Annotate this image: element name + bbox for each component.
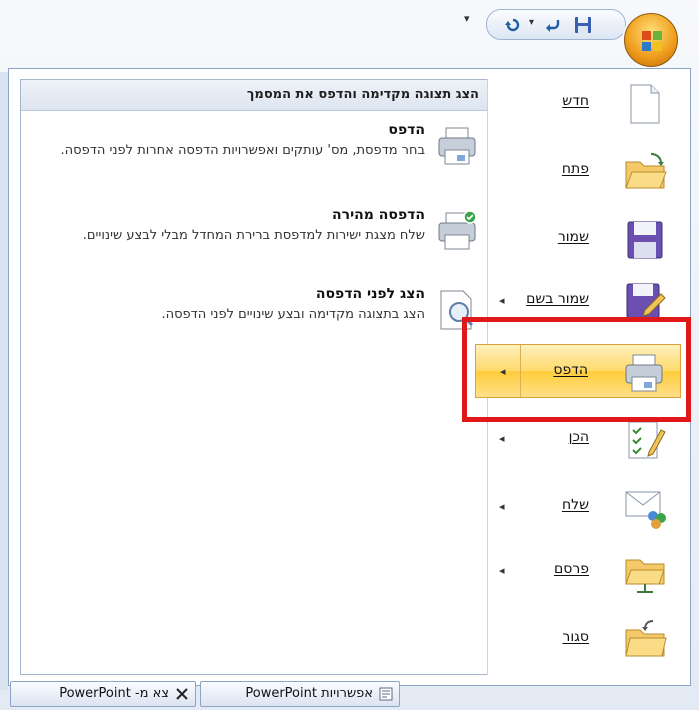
option-title: הדפס [388,122,425,138]
powerpoint-window: ▾ ▾ הצג תצוגה מקדימה והדפס את המסמך הדפס… [0,0,699,710]
office-button[interactable] [624,13,678,67]
menu-item-label: שלח [561,497,589,513]
options-icon [379,687,393,701]
submenu-title: הצג תצוגה מקדימה והדפס את המסמך [246,87,479,102]
menu-item-close[interactable]: סגור [475,612,681,666]
submenu-option-print-preview[interactable]: הצג לפני הדפסה הצג בתצוגה מקדימה ובצע שי… [21,286,487,350]
submenu-arrow-icon: ◂ [499,564,505,577]
menu-item-new[interactable]: חדש [475,76,681,130]
submenu-option-quick-print[interactable]: הדפסה מהירה שלח מצגת ישירות למדפסת ברירת… [21,207,487,271]
submenu-arrow-icon: ◂ [499,432,505,445]
menu-item-label: פתח [561,161,589,177]
save-icon[interactable] [573,15,593,35]
redo-icon[interactable] [503,15,523,35]
submenu-header: הצג תצוגה מקדימה והדפס את המסמך [21,80,487,111]
window-edge [0,72,8,690]
send-icon [625,491,666,529]
option-title: הדפסה מהירה [332,207,425,223]
option-description: בחר מדפסת, מס' עותקים ואפשרויות הדפסה אח… [60,143,425,158]
qat-customize-dropdown[interactable]: ▾ [464,12,482,32]
office-logo-icon [642,31,662,51]
menu-item-label: חדש [562,93,589,109]
new-document-icon [630,84,660,124]
option-description: הצג בתצוגה מקדימה ובצע שינויים לפני הדפס… [161,307,425,322]
save-disk-icon [627,221,663,259]
highlight-annotation [462,317,691,422]
menu-item-publish[interactable]: פרסם ◂ [475,544,681,598]
menu-item-label: פרסם [553,561,589,577]
menu-item-label: הכן [568,429,589,445]
printer-icon [438,127,476,165]
undo-dropdown-arrow[interactable]: ▾ [529,17,534,28]
close-icon [176,688,188,700]
undo-icon[interactable] [543,15,563,35]
menu-item-open[interactable]: פתח [475,144,681,198]
submenu-arrow-icon: ◂ [499,294,505,307]
quick-access-toolbar: ▾ [486,9,626,40]
menu-item-save[interactable]: שמור [475,212,681,266]
open-folder-icon [625,153,667,189]
menu-item-send[interactable]: שלח ◂ [475,480,681,534]
print-submenu: הצג תצוגה מקדימה והדפס את המסמך הדפס בחר… [20,79,488,675]
prepare-icon [628,421,666,459]
close-folder-icon [625,620,667,657]
submenu-option-print[interactable]: הדפס בחר מדפסת, מס' עותקים ואפשרויות הדפ… [21,122,487,186]
submenu-arrow-icon: ◂ [499,500,505,513]
quick-print-icon [438,210,477,250]
exit-button-label: צא מ- PowerPoint [59,686,169,701]
menu-item-label: שמור בשם [526,291,589,307]
powerpoint-options-button[interactable]: אפשרויות PowerPoint [200,681,400,707]
option-description: שלח מצגת ישירות למדפסת ברירת המחדל מבלי … [82,228,425,243]
menu-item-label: שמור [557,229,589,245]
options-button-label: אפשרויות PowerPoint [245,686,373,701]
exit-powerpoint-button[interactable]: צא מ- PowerPoint [10,681,196,707]
menu-item-label: סגור [562,629,589,645]
publish-icon [625,559,665,593]
option-title: הצג לפני הדפסה [315,286,425,302]
